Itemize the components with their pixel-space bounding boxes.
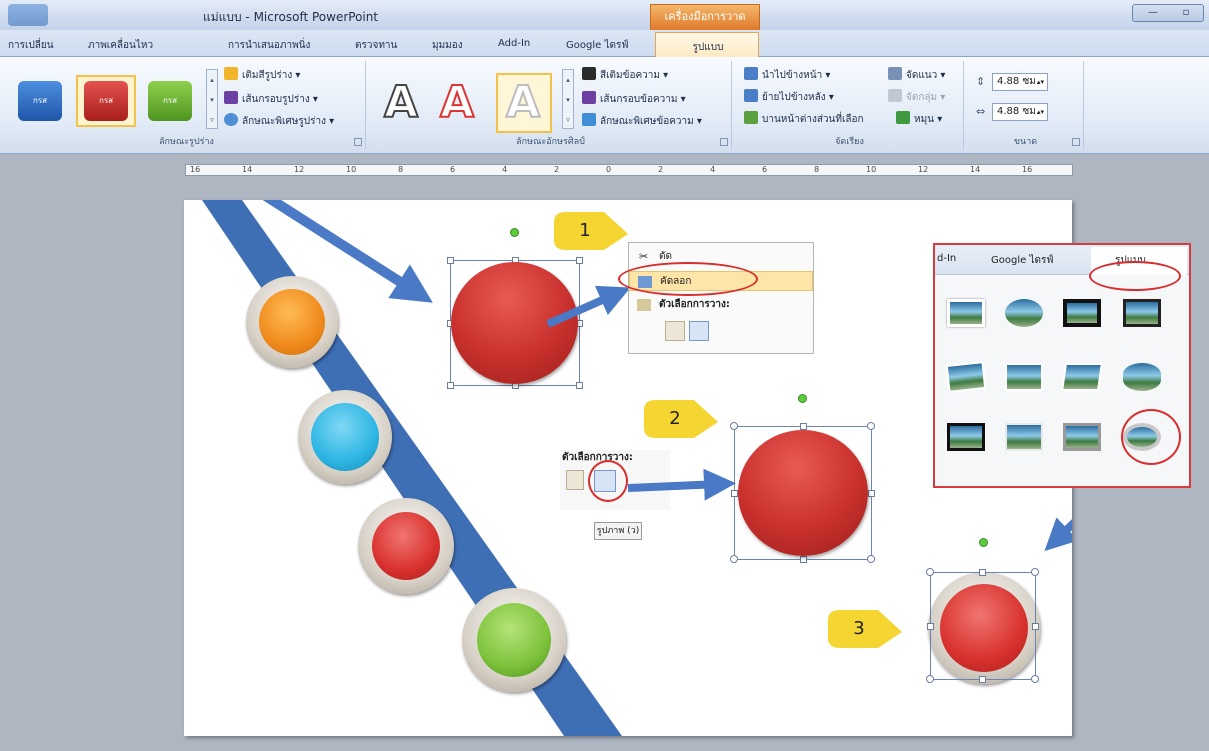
group-label-size: ขนาด [1013, 137, 1038, 147]
wordart-style-red[interactable]: A [439, 78, 475, 128]
width-input[interactable]: 4.88 ซม. ▴▾ [992, 103, 1048, 121]
ribbon: กรส กรส กรส ▴ ▾ ▿ เติมสีรูปร่าง ▾ เส้นกรอบ… [0, 57, 1209, 154]
group-arrange: นำไปข้างหน้า ▾ ย้ายไปข้างหลัง ▾ บานหน้าต… [736, 61, 964, 149]
tab-format[interactable]: รูปแบบ [655, 32, 759, 58]
group-size: ⇕ 4.88 ซม. ▴▾ ⇔ 4.88 ซม. ▴▾ ขนาด [968, 61, 1084, 149]
height-input[interactable]: 4.88 ซม. ▴▾ [992, 73, 1048, 91]
group-icon [888, 89, 902, 102]
paste-destination-icon[interactable] [665, 321, 685, 341]
picture-style-thumb[interactable] [1057, 293, 1107, 333]
group-label-arrange: จัดเรียง [835, 137, 864, 147]
shape-outline-button[interactable]: เส้นกรอบรูปร่าง ▾ [224, 91, 318, 109]
rotate-icon [896, 111, 910, 124]
shape-style-blue[interactable]: กรส [18, 81, 62, 121]
ribbon-tabs: การเปลี่ยน ภาพเคลื่อนไหว การนำเสนอภาพนิ่… [0, 30, 1209, 58]
text-fill-icon [582, 67, 596, 80]
highlight-paste-picture [588, 460, 628, 502]
dialog-launcher-icon[interactable] [720, 138, 728, 146]
text-effects-button[interactable]: ลักษณะพิเศษข้อความ ▾ [582, 113, 702, 131]
picture-style-thumb[interactable] [999, 357, 1049, 397]
selection-pane-icon [744, 111, 758, 124]
shape-styles-scroll[interactable]: ▴ ▾ ▿ [206, 69, 218, 129]
clipboard-icon [637, 299, 651, 311]
group-wordart: A A A ▴ ▾ ▿ สีเติมข้อความ ▾ เส้นกรอบข้อควา… [370, 61, 732, 149]
group-button[interactable]: จัดกลุ่ม ▾ [888, 89, 945, 107]
picture-style-thumb[interactable] [1057, 357, 1107, 397]
picture-style-thumb[interactable] [1117, 293, 1167, 333]
picture-style-thumb[interactable] [1117, 357, 1167, 397]
window-title: แม่แบบ - Microsoft PowerPoint [203, 10, 379, 24]
horizontal-ruler: 16 14 12 10 8 6 4 2 0 2 4 6 8 10 12 14 1… [185, 164, 1073, 176]
arrow-to-circle-2 [627, 468, 736, 501]
shape-style-green[interactable]: กรส [148, 81, 192, 121]
text-fill-button[interactable]: สีเติมข้อความ ▾ [582, 67, 668, 85]
rotate-button[interactable]: หมุน ▾ [896, 111, 942, 129]
context-menu: ✂ ตัด คัดลอก ตัวเลือกการวาง: [628, 242, 814, 354]
send-backward-icon [744, 89, 758, 102]
highlight-ring-style [1121, 409, 1181, 465]
spinner-icon[interactable]: ▴▾ [1037, 104, 1044, 120]
tab-addin[interactable]: d-In [937, 253, 956, 264]
tab-format-label: รูปแบบ [692, 42, 724, 53]
dialog-launcher-icon[interactable] [354, 138, 362, 146]
picture-style-thumb[interactable] [1057, 417, 1107, 457]
tab-google-drive[interactable]: Google ไดรฟ์ [566, 38, 628, 53]
group-label-wordart: ลักษณะอักษรศิลป์ [516, 137, 585, 147]
tab-animations[interactable]: ภาพเคลื่อนไหว [88, 38, 153, 53]
picture-style-thumb[interactable] [999, 417, 1049, 457]
send-backward-button[interactable]: ย้ายไปข้างหลัง ▾ [744, 89, 834, 107]
wordart-scroll[interactable]: ▴ ▾ ▿ [562, 69, 574, 129]
effects-icon [224, 113, 238, 126]
align-button[interactable]: จัดแนว ▾ [888, 67, 945, 85]
shape-fill-button[interactable]: เติมสีรูปร่าง ▾ [224, 67, 300, 85]
minimize-button[interactable]: — [1139, 8, 1167, 19]
bring-forward-icon [744, 67, 758, 80]
window-controls: — ▫ [1132, 4, 1204, 22]
wordart-style-plain[interactable]: A [383, 78, 419, 128]
tab-view[interactable]: มุมมอง [432, 38, 463, 53]
arrow-to-copy [546, 285, 631, 328]
pencil-icon [582, 91, 596, 104]
maximize-button[interactable]: ▫ [1175, 8, 1197, 19]
picture-styles-panel: d-In Google ไดรฟ์ รูปแบบ [933, 243, 1191, 488]
menu-item-paste-options: ตัวเลือกการวาง: [629, 295, 813, 315]
dialog-launcher-icon[interactable] [1072, 138, 1080, 146]
bring-forward-button[interactable]: นำไปข้างหน้า ▾ [744, 67, 830, 85]
tab-google-drive[interactable]: Google ไดรฟ์ [991, 253, 1053, 268]
tab-slideshow[interactable]: การนำเสนอภาพนิ่ง [228, 38, 310, 53]
selection-pane-button[interactable]: บานหน้าต่างส่วนที่เลือก [744, 111, 864, 129]
picture-style-thumb[interactable] [999, 293, 1049, 333]
drawing-tools-header: เครื่องมือการวาด [650, 4, 760, 30]
paste-picture-icon[interactable] [689, 321, 709, 341]
pencil-icon [224, 91, 238, 104]
picture-style-thumb[interactable] [941, 417, 991, 457]
picture-style-thumb[interactable] [941, 293, 991, 333]
text-effects-icon [582, 113, 596, 126]
title-bar: แม่แบบ - Microsoft PowerPoint เครื่องมือ… [0, 0, 1209, 30]
group-shape-styles: กรส กรส กรส ▴ ▾ ▿ เติมสีรูปร่าง ▾ เส้นกรอบ… [8, 61, 366, 149]
group-label-shape-styles: ลักษณะรูปร่าง [159, 137, 214, 147]
width-icon: ⇔ [976, 105, 986, 118]
tab-review[interactable]: ตรวจทาน [355, 38, 397, 53]
shape-effects-button[interactable]: ลักษณะพิเศษรูปร่าง ▾ [224, 113, 334, 131]
tab-transitions[interactable]: การเปลี่ยน [8, 38, 54, 53]
spinner-icon[interactable]: ▴▾ [1037, 74, 1044, 90]
align-icon [888, 67, 902, 80]
highlight-copy [618, 262, 758, 296]
file-menu-icon[interactable] [8, 4, 48, 26]
picture-style-thumb[interactable] [941, 357, 991, 397]
scissors-icon: ✂ [639, 250, 649, 263]
text-outline-button[interactable]: เส้นกรอบข้อความ ▾ [582, 91, 686, 109]
paint-bucket-icon [224, 67, 238, 80]
arrow-to-circle-1 [262, 200, 433, 303]
wordart-style-light[interactable]: A [505, 78, 541, 128]
highlight-format-tab [1089, 261, 1181, 291]
height-icon: ⇕ [976, 75, 986, 88]
shape-style-red[interactable]: กรส [84, 81, 128, 121]
tab-addin[interactable]: Add-In [498, 38, 530, 49]
